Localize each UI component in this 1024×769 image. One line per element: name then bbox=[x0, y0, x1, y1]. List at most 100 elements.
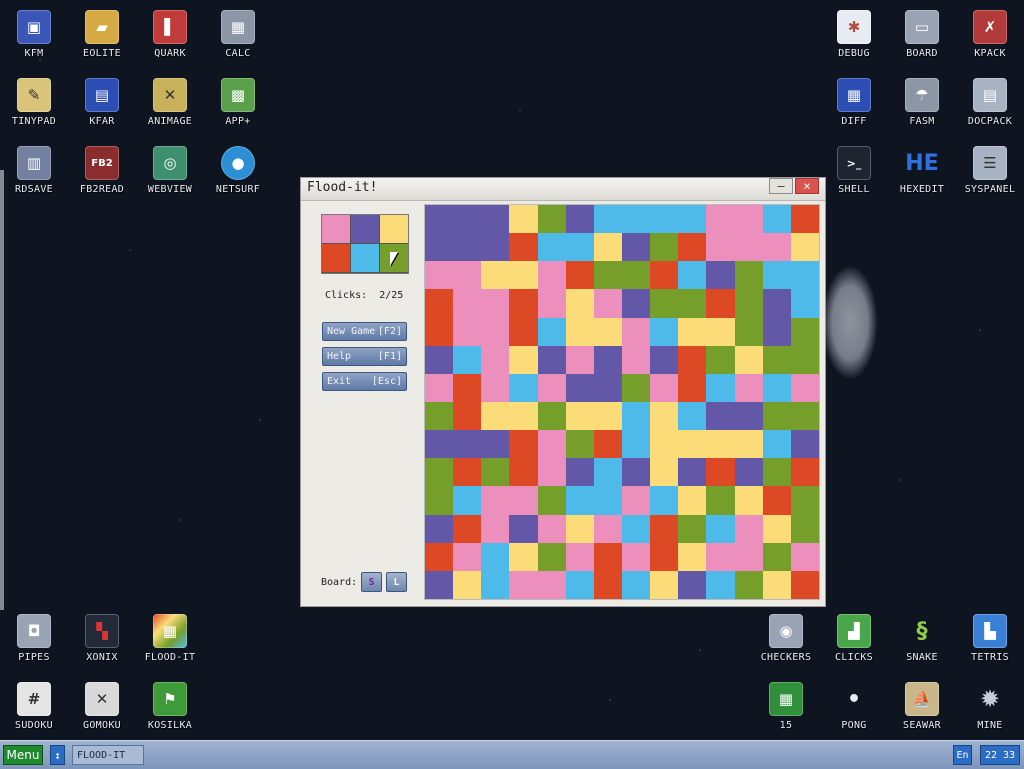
board-cell bbox=[453, 345, 482, 374]
board-cell bbox=[678, 345, 707, 374]
shell-desktop-icon[interactable]: >_ SHELL bbox=[820, 136, 888, 195]
diff-desktop-icon[interactable]: ▦ DIFF bbox=[820, 68, 888, 127]
calc-desktop-icon[interactable]: ▦ CALC bbox=[204, 0, 272, 59]
board-cell bbox=[425, 205, 454, 234]
pipes-icon: ◘ bbox=[17, 614, 51, 648]
board-cell bbox=[734, 345, 763, 374]
desktop-icon-label: SYSPANEL bbox=[964, 184, 1016, 195]
game-board[interactable] bbox=[424, 204, 820, 600]
cabinet-icon: ▤ bbox=[973, 78, 1007, 112]
taskbar-item-flood-it[interactable]: FLOOD-IT bbox=[72, 745, 144, 765]
board-cell bbox=[678, 486, 707, 515]
color-violet-button[interactable] bbox=[351, 215, 379, 243]
board-cell bbox=[706, 289, 735, 318]
animage-desktop-icon[interactable]: ✕ ANIMAGE bbox=[136, 68, 204, 127]
board-cell bbox=[593, 317, 622, 346]
close-button[interactable]: × bbox=[795, 178, 819, 194]
board-large-button[interactable]: L bbox=[386, 572, 407, 592]
kosilka-desktop-icon[interactable]: ⚑ KOSILKA bbox=[136, 672, 204, 731]
clock[interactable]: 22 33 bbox=[980, 745, 1020, 765]
flood-it-window: Flood-it! – × Clicks: 2/25 New Game [F2]… bbox=[300, 177, 826, 607]
color-yellow-button[interactable] bbox=[380, 215, 408, 243]
board-small-button[interactable]: S bbox=[361, 572, 382, 592]
board-cell bbox=[621, 317, 651, 346]
window-titlebar[interactable]: Flood-it! – × bbox=[301, 178, 825, 201]
clicks-label: Clicks: bbox=[325, 290, 368, 301]
board-cell bbox=[593, 345, 622, 374]
board-cell bbox=[537, 430, 566, 459]
webview-desktop-icon[interactable]: ◎ WEBVIEW bbox=[136, 136, 204, 195]
board-cell bbox=[565, 233, 594, 262]
app-plus-desktop-icon[interactable]: ▩ APP+ bbox=[204, 68, 272, 127]
tinypad-desktop-icon[interactable]: ✎ TINYPAD bbox=[0, 68, 68, 127]
flood-it-desktop-icon[interactable]: ▦ FLOOD-IT bbox=[136, 604, 204, 663]
board-cell bbox=[678, 570, 707, 599]
quark-desktop-icon[interactable]: ▌ QUARK bbox=[136, 0, 204, 59]
wrench-icon: ✗ bbox=[973, 10, 1007, 44]
folder-icon: ▰ bbox=[85, 10, 119, 44]
help-button[interactable]: Help [F1] bbox=[322, 347, 407, 366]
fasm-desktop-icon[interactable]: ☂ FASM bbox=[888, 68, 956, 127]
hexedit-desktop-icon[interactable]: HE HEXEDIT bbox=[888, 136, 956, 196]
board-cell bbox=[425, 430, 454, 459]
eolite-desktop-icon[interactable]: ▰ EOLITE bbox=[68, 0, 136, 59]
board-cell bbox=[537, 401, 566, 431]
kpack-desktop-icon[interactable]: ✗ KPACK bbox=[956, 0, 1024, 59]
kfm-desktop-icon[interactable]: ▣ KFM bbox=[0, 0, 68, 59]
snake-desktop-icon[interactable]: § SNAKE bbox=[888, 604, 956, 664]
board-cell bbox=[425, 458, 454, 487]
keyboard-layout-indicator[interactable]: En bbox=[953, 745, 972, 765]
switch-windows-icon[interactable]: ↕ bbox=[50, 745, 65, 765]
snake-icon: § bbox=[916, 618, 928, 644]
rdsave-desktop-icon[interactable]: ▥ RDSAVE bbox=[0, 136, 68, 195]
mine-desktop-icon[interactable]: ✹ MINE bbox=[956, 672, 1024, 731]
exit-button[interactable]: Exit [Esc] bbox=[322, 372, 407, 391]
fifteen-desktop-icon[interactable]: ▦ 15 bbox=[752, 672, 820, 731]
syspanel-desktop-icon[interactable]: ☰ SYSPANEL bbox=[956, 136, 1024, 195]
color-pink-button[interactable] bbox=[322, 215, 350, 243]
clicks-desktop-icon[interactable]: ▟ CLICKS bbox=[820, 604, 888, 663]
board-cell bbox=[621, 373, 651, 402]
board-desktop-icon[interactable]: ▭ BOARD bbox=[888, 0, 956, 59]
board-cell bbox=[481, 289, 510, 318]
board-cell bbox=[453, 261, 482, 290]
docpack-desktop-icon[interactable]: ▤ DOCPACK bbox=[956, 68, 1024, 127]
checkers-desktop-icon[interactable]: ◉ CHECKERS bbox=[752, 604, 820, 663]
board-cell bbox=[734, 317, 763, 346]
board-cell bbox=[537, 458, 566, 487]
board-cell bbox=[650, 514, 679, 543]
kfar-desktop-icon[interactable]: ▤ KFAR bbox=[68, 68, 136, 127]
pong-desktop-icon[interactable]: • PONG bbox=[820, 672, 888, 732]
board-cell bbox=[453, 514, 482, 543]
board-cell bbox=[481, 205, 510, 234]
pipes-desktop-icon[interactable]: ◘ PIPES bbox=[0, 604, 68, 663]
board-cell bbox=[734, 458, 763, 487]
tetris-desktop-icon[interactable]: ▙ TETRIS bbox=[956, 604, 1024, 663]
minimize-button[interactable]: – bbox=[769, 178, 793, 194]
board-cell bbox=[453, 486, 482, 515]
board-cell bbox=[790, 486, 819, 515]
color-red-button[interactable] bbox=[322, 244, 350, 272]
fasm-icon: ☂ bbox=[905, 78, 939, 112]
desktop-icon-label: SEAWAR bbox=[903, 720, 941, 731]
board-cell bbox=[762, 486, 791, 515]
debug-desktop-icon[interactable]: ✱ DEBUG bbox=[820, 0, 888, 59]
seawar-desktop-icon[interactable]: ⛵ SEAWAR bbox=[888, 672, 956, 731]
board-cell bbox=[762, 289, 791, 318]
gomoku-desktop-icon[interactable]: ✕ GOMOKU bbox=[68, 672, 136, 731]
board-cell bbox=[509, 542, 538, 571]
netsurf-desktop-icon[interactable]: ● NETSURF bbox=[204, 136, 272, 195]
board-cell bbox=[790, 401, 819, 431]
board-size-label: Board: bbox=[321, 577, 358, 588]
fb2read-desktop-icon[interactable]: FB2 FB2READ bbox=[68, 136, 136, 195]
board-cell bbox=[481, 261, 510, 290]
terminal-icon: >_ bbox=[837, 146, 871, 180]
mouse-cursor-icon bbox=[390, 252, 398, 266]
menu-button[interactable]: Menu bbox=[3, 745, 43, 765]
board-cell bbox=[650, 205, 679, 234]
color-blue-button[interactable] bbox=[351, 244, 379, 272]
board-cell bbox=[565, 289, 594, 318]
sudoku-desktop-icon[interactable]: # SUDOKU bbox=[0, 672, 68, 731]
xonix-desktop-icon[interactable]: ▚ XONIX bbox=[68, 604, 136, 663]
new-game-button[interactable]: New Game [F2] bbox=[322, 322, 407, 341]
